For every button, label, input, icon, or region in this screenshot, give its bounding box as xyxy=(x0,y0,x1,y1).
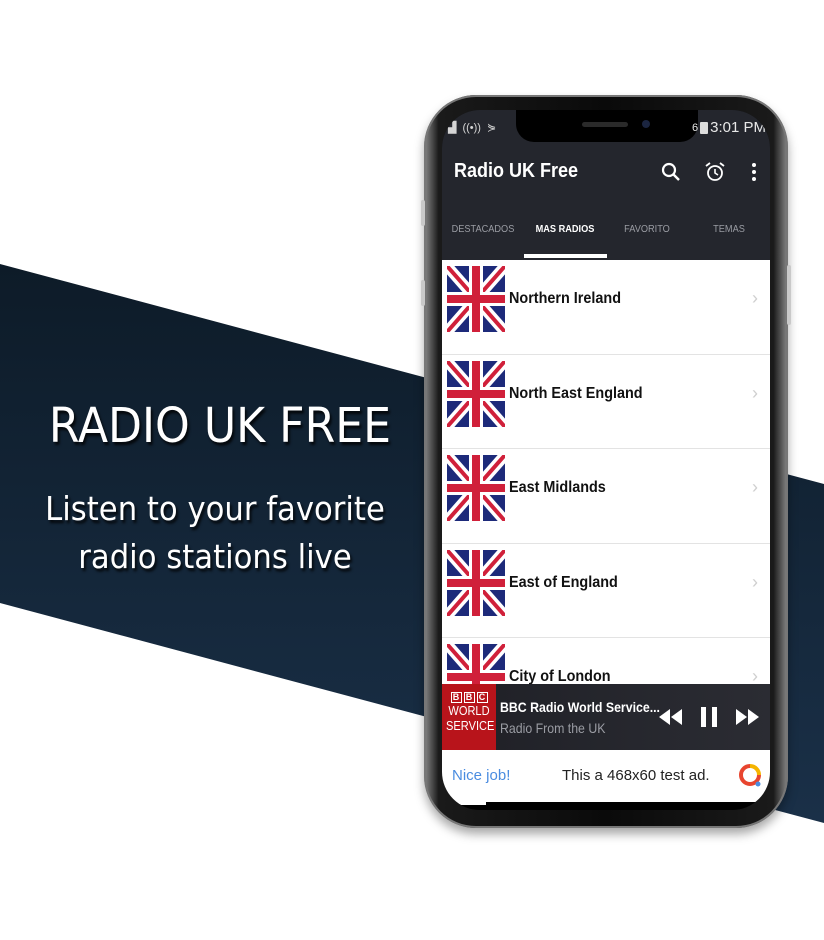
screenshot-icon: ▟ xyxy=(448,122,457,134)
station-name: East Midlands xyxy=(509,479,606,496)
volume-button xyxy=(421,200,425,226)
station-row[interactable]: North East England › xyxy=(442,355,770,449)
tab-bar: DESTACADOS MAS RADIOS FAVORITO TEMAS xyxy=(442,218,770,258)
more-vert-icon[interactable] xyxy=(742,160,766,184)
ad-banner[interactable]: Nice job! This a 468x60 test ad. xyxy=(442,750,770,802)
station-row[interactable]: East Midlands › xyxy=(442,449,770,544)
uk-flag-icon xyxy=(447,361,505,427)
tab-favorito[interactable]: FAVORITO xyxy=(609,218,684,258)
logo-line-1: WORLD xyxy=(448,703,490,718)
notch xyxy=(516,110,698,142)
battery-icon xyxy=(700,121,709,134)
chevron-right-icon: › xyxy=(752,571,758,592)
now-playing-subtitle: Radio From the UK xyxy=(500,720,606,736)
chevron-right-icon: › xyxy=(752,382,758,403)
volume-button xyxy=(421,280,425,306)
bbc-block: B xyxy=(463,692,475,703)
uk-flag-icon xyxy=(447,550,505,616)
search-icon[interactable] xyxy=(659,160,683,184)
station-row[interactable]: Northern Ireland › xyxy=(442,260,770,355)
station-list: Northern Ireland › North East England › … xyxy=(442,260,770,690)
status-icons-right: 6 3:01 PM xyxy=(692,119,766,136)
fast-forward-icon[interactable] xyxy=(734,705,760,729)
promo-subtitle-line-2: radio stations live xyxy=(78,537,352,576)
status-icons-left: ▟ ((•)) ⋟ xyxy=(448,121,497,135)
home-indicator xyxy=(442,802,770,810)
station-name: East of England xyxy=(509,573,618,591)
ad-text: This a 468x60 test ad. xyxy=(562,767,710,784)
ad-network-icon xyxy=(739,764,761,787)
nfc-icon: ⋟ xyxy=(486,122,497,134)
alarm-icon[interactable] xyxy=(703,160,727,184)
signal-indicator: 6 xyxy=(692,121,699,134)
uk-flag-icon xyxy=(447,266,505,332)
promo-title: RADIO UK FREE xyxy=(48,398,392,454)
active-tab-indicator xyxy=(524,254,607,258)
phone-screen: ▟ ((•)) ⋟ 6 3:01 PM Radio UK Free DESTAC… xyxy=(442,110,770,810)
bbc-blocks: B B C xyxy=(442,692,496,703)
tab-mas-radios[interactable]: MAS RADIOS xyxy=(527,218,602,258)
station-logo: B B C WORLD SERVICE xyxy=(442,684,496,750)
station-row[interactable]: City of London › xyxy=(442,638,770,690)
station-name: North East England xyxy=(509,384,643,402)
status-time: 3:01 PM xyxy=(710,119,766,136)
promo-subtitle: Listen to your favorite radio stations l… xyxy=(15,485,415,581)
now-playing-bar[interactable]: B B C WORLD SERVICE BBC Radio World Serv… xyxy=(442,684,770,750)
pause-icon[interactable] xyxy=(698,705,720,729)
logo-line-2: SERVICE xyxy=(446,718,495,733)
hotspot-icon: ((•)) xyxy=(462,121,481,134)
front-camera xyxy=(642,120,650,128)
app-title: Radio UK Free xyxy=(454,160,579,182)
speaker xyxy=(582,122,628,127)
promo-subtitle-line-1: Listen to your favorite xyxy=(45,489,385,528)
tab-destacados[interactable]: DESTACADOS xyxy=(445,218,520,258)
station-name: Northern Ireland xyxy=(509,290,622,307)
bbc-block: B xyxy=(450,692,462,703)
app-bar: ▟ ((•)) ⋟ 6 3:01 PM Radio UK Free DESTAC… xyxy=(442,110,770,260)
uk-flag-icon xyxy=(447,455,505,521)
now-playing-title: BBC Radio World Service... xyxy=(500,699,660,715)
chevron-right-icon: › xyxy=(752,288,758,308)
station-row[interactable]: East of England › xyxy=(442,544,770,638)
ad-nice-label: Nice job! xyxy=(452,767,511,784)
tab-temas[interactable]: TEMAS xyxy=(691,218,766,258)
bbc-block: C xyxy=(476,692,488,703)
power-button xyxy=(787,265,791,325)
chevron-right-icon: › xyxy=(752,477,758,497)
rewind-icon[interactable] xyxy=(658,705,684,729)
